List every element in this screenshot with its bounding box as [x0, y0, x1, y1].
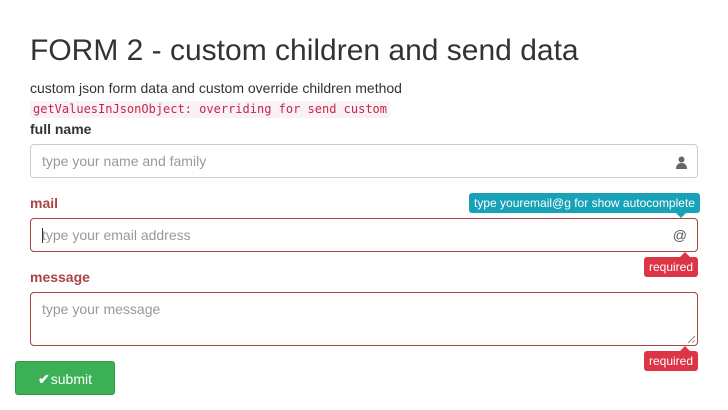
submit-label: submit [50, 371, 92, 387]
mail-required-badge: required [644, 252, 699, 277]
mail-field[interactable]: @ [30, 218, 698, 252]
mail-required-text: required [649, 260, 694, 274]
mail-input[interactable] [31, 219, 697, 251]
full-name-field[interactable] [30, 144, 698, 178]
badge-arrow [680, 346, 690, 351]
submit-button[interactable]: ✔submit [15, 361, 115, 395]
message-required-badge: required [644, 346, 699, 371]
message-required-text: required [649, 354, 694, 368]
text-cursor [42, 228, 43, 243]
at-sign-icon: @ [672, 227, 687, 243]
badge-arrow [680, 252, 690, 257]
resize-handle[interactable] [688, 336, 695, 343]
check-icon: ✔ [38, 371, 50, 387]
autocomplete-hint-text: type youremail@g for show autocomplete [474, 196, 695, 210]
page-title: FORM 2 - custom children and send data [30, 34, 579, 67]
full-name-input[interactable] [31, 145, 697, 177]
user-icon [676, 145, 687, 177]
message-label: message [30, 269, 90, 285]
mail-label: mail [30, 195, 59, 211]
autocomplete-hint-tooltip: type youremail@g for show autocomplete [469, 193, 700, 218]
code-note: getValuesInJsonObject: overriding for se… [30, 101, 391, 118]
message-field[interactable] [30, 292, 698, 346]
message-textarea[interactable] [31, 293, 697, 345]
page-subtitle: custom json form data and custom overrid… [30, 80, 402, 96]
full-name-label: full name [30, 121, 92, 137]
